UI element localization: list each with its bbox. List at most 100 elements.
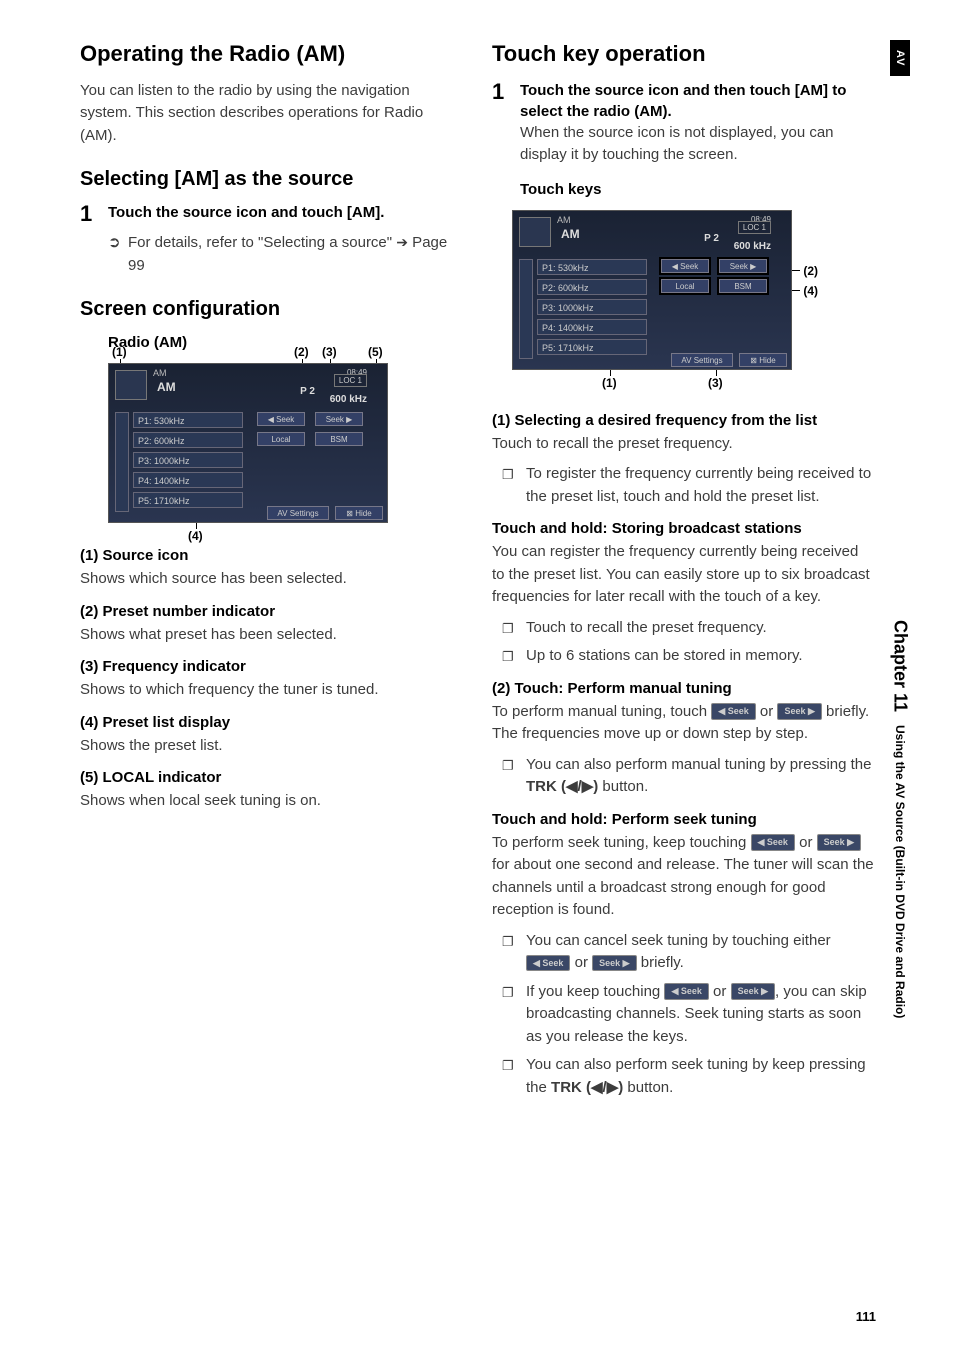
item2-head: (2) Preset number indicator [80,601,462,622]
left-step-1: 1 Touch the source icon and touch [AM]. [80,202,462,226]
preset-row-5[interactable]: P5: 1710kHz [537,339,647,355]
shot-loc-indicator: LOC 1 [334,374,367,387]
right-arrow-icon: ➔ [396,234,408,250]
preset-row-3[interactable]: P3: 1000kHz [133,452,243,468]
note-bullet-icon: ❐ [502,645,526,668]
local-button[interactable]: Local [661,279,709,293]
callout-4: (4) [188,529,203,543]
note-bullet-icon: ❐ [502,981,526,1049]
seek-right-button[interactable]: Seek ▶ [315,412,363,426]
step-head: Touch the source icon and then touch [AM… [520,80,874,122]
shot-am-small: AM [557,215,571,225]
hint-text-pre: For details, refer to "Selecting a sourc… [128,234,396,251]
sec2-head: (2) Touch: Perform manual tuning [492,678,874,699]
preset-row-1[interactable]: P1: 530kHz [133,412,243,428]
av-settings-button[interactable]: AV Settings [671,353,733,367]
note-bullet-icon: ❐ [502,754,526,799]
note-cancel-seek: ❐ You can cancel seek tuning by touching… [492,930,874,975]
sec1-desc: Touch to recall the preset frequency. [492,433,874,456]
trk-button-label: TRK (◀/▶) [551,1079,623,1096]
seek-right-inline-icon: Seek ▶ [777,703,821,720]
seek-left-inline-icon: ◀ Seek [751,834,795,851]
bsm-button[interactable]: BSM [719,279,767,293]
side-av-label: AV [890,40,910,76]
seek-left-button[interactable]: ◀ Seek [257,412,305,426]
heading-screen-config: Screen configuration [80,297,462,322]
page-number: 111 [856,1309,876,1324]
heading-selecting-am: Selecting [AM] as the source [80,167,462,192]
seek-right-inline-icon: Seek ▶ [731,983,775,1000]
preset-row-4[interactable]: P4: 1400kHz [537,319,647,335]
left-column: Operating the Radio (AM) You can listen … [80,40,462,1105]
side-sub-label: Using the AV Source (Built-in DVD Drive … [889,717,911,1022]
hint-bullet-icon: ➲ [108,232,128,277]
seek-left-inline-icon: ◀ Seek [526,955,570,972]
note-keep-touching: ❐ If you keep touching ◀ Seek or Seek ▶,… [492,981,874,1049]
side-tab: AV Chapter 11 Using the AV Source (Built… [886,40,914,1022]
sec2-desc: To perform manual tuning, touch ◀ Seek o… [492,701,874,746]
touch-hold-seek-head: Touch and hold: Perform seek tuning [492,809,874,830]
item2-desc: Shows what preset has been selected. [80,624,462,647]
note-six-stations: ❐ Up to 6 stations can be stored in memo… [492,645,874,668]
touch-hold-store-head: Touch and hold: Storing broadcast statio… [492,518,874,539]
seek-left-button[interactable]: ◀ Seek [661,259,709,273]
shot-freq-indicator: 600 kHz [734,241,771,252]
bsm-button[interactable]: BSM [315,432,363,446]
intro-text: You can listen to the radio by using the… [80,80,462,148]
note-bullet-icon: ❐ [502,617,526,640]
shot-source-label: AM [561,227,580,241]
note-bullet-icon: ❐ [502,1054,526,1099]
heading-operating-radio: Operating the Radio (AM) [80,40,462,68]
callout-1: (1) [602,376,617,390]
item1-head: (1) Source icon [80,545,462,566]
seek-left-inline-icon: ◀ Seek [664,983,708,1000]
note-bullet-icon: ❐ [502,930,526,975]
callout-3: (3) [708,376,723,390]
callout-2: (2) [803,264,818,278]
preset-row-2[interactable]: P2: 600kHz [537,279,647,295]
hint-selecting-source: ➲ For details, refer to "Selecting a sou… [80,232,462,277]
shot-scrollbar[interactable] [519,259,533,359]
preset-row-5[interactable]: P5: 1710kHz [133,492,243,508]
side-chapter-label: Chapter 11 [888,616,913,716]
shot-source-label: AM [157,380,176,394]
callout-5: (5) [368,345,383,359]
item4-desc: Shows the preset list. [80,735,462,758]
seek-right-inline-icon: Seek ▶ [817,834,861,851]
hide-button[interactable]: ⊠ Hide [739,353,787,367]
note-text: Touch to recall the preset frequency. [526,617,767,640]
note-register-freq: ❐ To register the frequency currently be… [492,463,874,508]
seek-right-inline-icon: Seek ▶ [592,955,636,972]
note-trk-manual: ❐ You can also perform manual tuning by … [492,754,874,799]
preset-row-4[interactable]: P4: 1400kHz [133,472,243,488]
seek-right-button[interactable]: Seek ▶ [719,259,767,273]
preset-row-1[interactable]: P1: 530kHz [537,259,647,275]
screenshot-frame: AM AM 08:49 LOC 1 P 2 600 kHz P1: 530kHz… [512,210,792,370]
note-recall: ❐ Touch to recall the preset frequency. [492,617,874,640]
shot-scrollbar[interactable] [115,412,129,512]
note-text: Up to 6 stations can be stored in memory… [526,645,803,668]
preset-row-2[interactable]: P2: 600kHz [133,432,243,448]
touch-keys-label: Touch keys [492,179,874,200]
callout-2: (2) [294,345,309,359]
step-number: 1 [492,80,520,167]
preset-row-3[interactable]: P3: 1000kHz [537,299,647,315]
shot-preset-indicator: P 2 [704,233,719,244]
source-icon-button[interactable] [115,370,147,400]
step-number: 1 [80,202,108,226]
source-icon-button[interactable] [519,217,551,247]
shot-loc-indicator: LOC 1 [738,221,771,234]
radio-am-label: Radio (AM) [80,332,462,353]
screenshot-frame: AM AM 08:49 LOC 1 P 2 600 kHz P1: 530kHz… [108,363,388,523]
item5-desc: Shows when local seek tuning is on. [80,790,462,813]
hide-button[interactable]: ⊠ Hide [335,506,383,520]
av-settings-button[interactable]: AV Settings [267,506,329,520]
right-step-1: 1 Touch the source icon and then touch [… [492,80,874,167]
step-body: When the source icon is not displayed, y… [520,122,874,167]
sec1-head: (1) Selecting a desired frequency from t… [492,410,874,431]
local-button[interactable]: Local [257,432,305,446]
callout-4: (4) [803,284,818,298]
seek-left-inline-icon: ◀ Seek [711,703,755,720]
trk-button-label: TRK (◀/▶) [526,778,598,795]
note-bullet-icon: ❐ [502,463,526,508]
